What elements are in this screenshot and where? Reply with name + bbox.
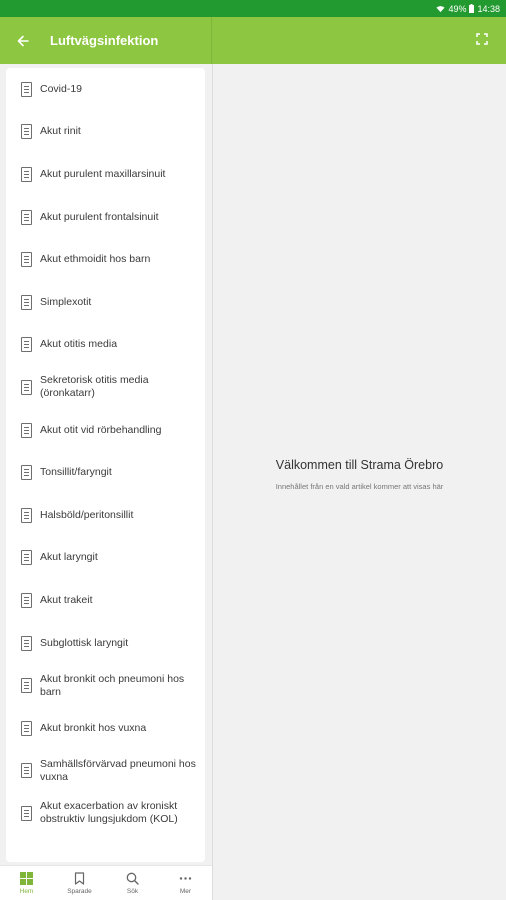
welcome-heading: Välkommen till Strama Örebro	[275, 457, 444, 472]
list-item-label: Akut otit vid rörbehandling	[40, 423, 162, 436]
nav-saved[interactable]: Sparade	[53, 866, 106, 900]
list-item[interactable]: Akut otit vid rörbehandling	[6, 409, 205, 452]
document-icon	[21, 507, 32, 523]
list-item-label: Akut laryngit	[40, 551, 98, 564]
list-item[interactable]: Akut purulent frontalsinuit	[6, 196, 205, 239]
grid-icon	[20, 871, 33, 885]
nav-home-label: Hem	[19, 887, 34, 895]
document-icon	[21, 465, 32, 481]
nav-saved-label: Sparade	[67, 887, 92, 895]
app-bar: Luftvägsinfektion	[0, 17, 506, 64]
list-item-label: Akut otitis media	[40, 338, 118, 351]
document-icon	[21, 252, 32, 268]
list-item[interactable]: Akut ethmoidit hos barn	[6, 238, 205, 281]
document-icon	[21, 81, 32, 97]
battery-icon	[469, 4, 475, 13]
list-item-label: Tonsillit/faryngit	[40, 466, 112, 479]
list-item-label: Akut bronkit och pneumoni hos barn	[40, 672, 185, 698]
nav-search[interactable]: Sök	[106, 866, 159, 900]
list-item-label: Samhällsförvärvad pneumoni hos vuxna	[40, 757, 196, 783]
list-item-label: Akut purulent maxillarsinuit	[40, 167, 166, 180]
document-icon	[21, 166, 32, 182]
bookmark-icon	[74, 871, 85, 885]
nav-more-label: Mer	[179, 887, 192, 895]
article-list: Covid-19 Akut rinit Akut purulent maxillar…	[6, 68, 205, 862]
list-item-label: Akut ethmoidit hos barn	[40, 253, 151, 266]
list-item[interactable]: Simplexotit	[6, 281, 205, 324]
list-item[interactable]: Samhällsförvärvad pneumoni hos vuxna	[6, 750, 205, 793]
bottom-navigation: Hem Sparade Sök Mer	[0, 865, 212, 900]
document-icon	[21, 635, 32, 651]
list-item-label: Akut exacerbation av kroniskt obstruktiv…	[40, 800, 178, 826]
clock: 14:38	[477, 3, 500, 14]
detail-pane: Välkommen till Strama Örebro Innehållet …	[213, 64, 506, 900]
document-icon	[21, 805, 32, 821]
status-bar: 49% 14:38	[0, 0, 506, 17]
app-bar-right	[212, 17, 506, 64]
document-icon	[21, 592, 32, 608]
document-icon	[21, 294, 32, 310]
list-item[interactable]: Halsböld/peritonsillit	[6, 494, 205, 537]
fullscreen-icon	[476, 32, 488, 45]
document-icon	[21, 337, 32, 353]
document-icon	[21, 678, 32, 694]
list-item[interactable]: Covid-19	[6, 68, 205, 111]
nav-more[interactable]: Mer	[159, 866, 212, 900]
list-item[interactable]: Akut trakeit	[6, 579, 205, 622]
list-item-label: Akut trakeit	[40, 593, 93, 606]
list-item[interactable]: Akut bronkit och pneumoni hos barn	[6, 664, 205, 707]
list-item[interactable]: Akut bronkit hos vuxna	[6, 707, 205, 750]
search-icon	[126, 872, 139, 885]
page-title: Luftvägsinfektion	[50, 33, 159, 48]
fullscreen-button[interactable]	[476, 32, 488, 50]
arrow-left-icon	[17, 35, 29, 46]
welcome-hint: Innehållet från en vald artikel kommer a…	[275, 481, 444, 491]
wifi-icon	[436, 5, 446, 13]
list-item[interactable]: Akut exacerbation av kroniskt obstruktiv…	[6, 792, 205, 835]
list-item[interactable]: Akut rinit	[6, 111, 205, 154]
document-icon	[21, 379, 32, 395]
list-item-label: Covid-19	[40, 82, 83, 95]
list-item-label: Akut bronkit hos vuxna	[40, 721, 147, 734]
document-icon	[21, 720, 32, 736]
list-item[interactable]: Akut purulent maxillarsinuit	[6, 153, 205, 196]
list-item[interactable]: Tonsillit/faryngit	[6, 451, 205, 494]
document-icon	[21, 550, 32, 566]
list-item[interactable]: Akut otitis media	[6, 324, 205, 367]
app-bar-left: Luftvägsinfektion	[0, 17, 212, 64]
document-icon	[21, 209, 32, 225]
list-item[interactable]: Akut laryngit	[6, 537, 205, 580]
nav-search-label: Sök	[126, 887, 139, 895]
battery-percent: 49%	[448, 3, 467, 14]
list-item-label: Subglottisk laryngit	[40, 636, 129, 649]
list-item[interactable]: Subglottisk laryngit	[6, 622, 205, 665]
document-icon	[21, 124, 32, 140]
document-icon	[21, 422, 32, 438]
list-item-label: Sekretorisk otitis media (öronkatarr)	[40, 374, 149, 400]
nav-home[interactable]: Hem	[0, 866, 53, 900]
list-item[interactable]: Sekretorisk otitis media (öronkatarr)	[6, 366, 205, 409]
list-item-label: Akut purulent frontalsinuit	[40, 210, 159, 223]
more-icon	[179, 876, 192, 880]
list-item-label: Akut rinit	[40, 125, 81, 138]
back-button[interactable]	[0, 17, 46, 64]
list-item-label: Simplexotit	[40, 295, 92, 308]
document-icon	[21, 763, 32, 779]
list-item-label: Halsböld/peritonsillit	[40, 508, 134, 521]
